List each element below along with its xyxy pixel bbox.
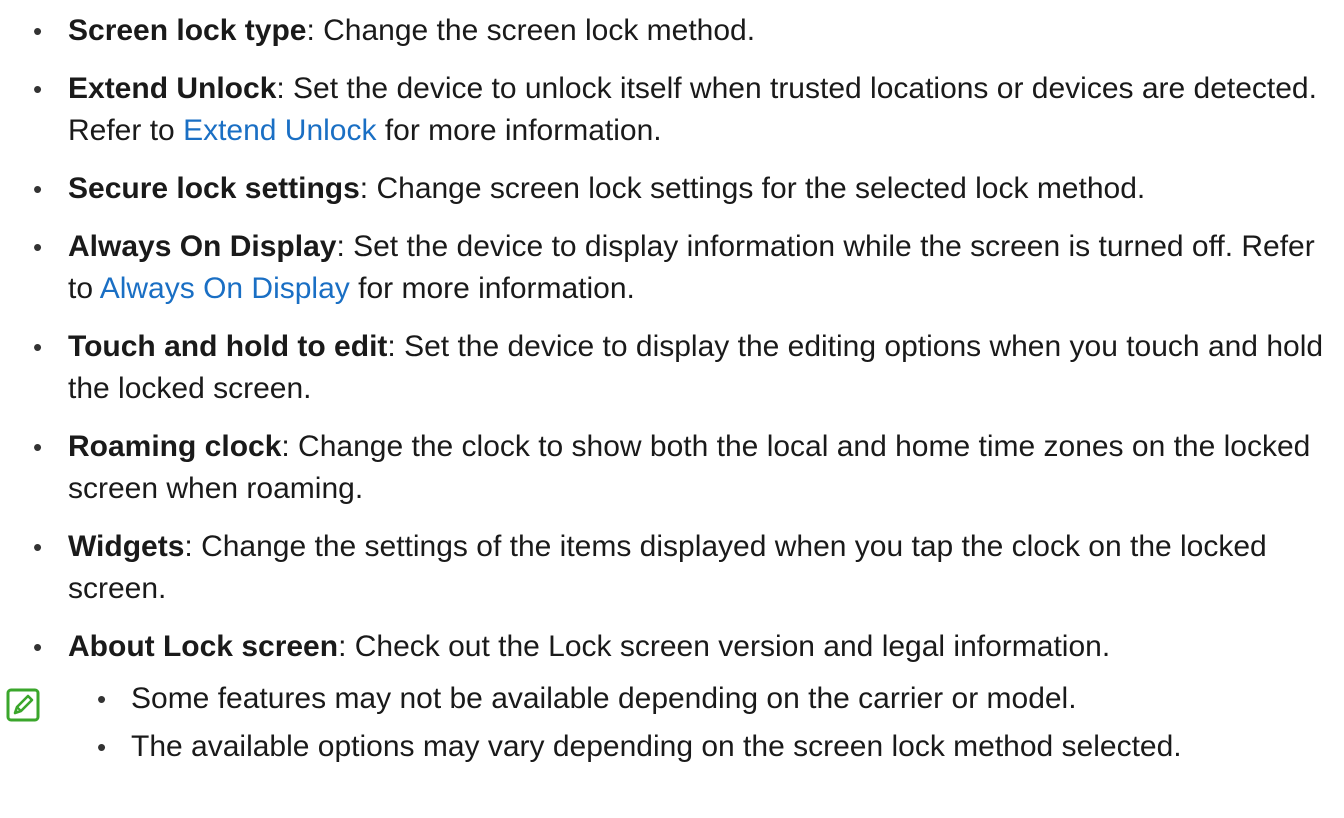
desc-widgets: : Change the settings of the items displ… <box>68 530 1267 605</box>
term-always-on-display: Always On Display <box>68 230 337 263</box>
bullet-about-lock-screen: About Lock screen: Check out the Lock sc… <box>0 626 1344 668</box>
desc-about-lock-screen: : Check out the Lock screen version and … <box>338 630 1111 663</box>
term-about-lock-screen: About Lock screen <box>68 630 339 663</box>
bullet-secure-lock-settings: Secure lock settings: Change screen lock… <box>0 168 1344 210</box>
note-list: Some features may not be available depen… <box>0 678 1344 768</box>
note-item: The available options may vary depending… <box>0 726 1344 768</box>
bullet-touch-and-hold: Touch and hold to edit: Set the device t… <box>0 326 1344 410</box>
term-screen-lock-type: Screen lock type <box>68 14 307 47</box>
desc-always-on-display-post: for more information. <box>349 272 635 305</box>
bullet-extend-unlock: Extend Unlock: Set the device to unlock … <box>0 68 1344 152</box>
term-extend-unlock: Extend Unlock <box>68 72 277 105</box>
term-secure-lock-settings: Secure lock settings <box>68 172 360 205</box>
bullet-screen-lock-type: Screen lock type: Change the screen lock… <box>0 10 1344 52</box>
term-widgets: Widgets <box>68 530 185 563</box>
bullet-widgets: Widgets: Change the settings of the item… <box>0 526 1344 610</box>
term-roaming-clock: Roaming clock <box>68 430 282 463</box>
desc-extend-unlock-post: for more information. <box>376 114 662 147</box>
link-extend-unlock[interactable]: Extend Unlock <box>183 114 376 147</box>
bullet-roaming-clock: Roaming clock: Change the clock to show … <box>0 426 1344 510</box>
bullet-always-on-display: Always On Display: Set the device to dis… <box>0 226 1344 310</box>
note-block: Some features may not be available depen… <box>0 678 1344 768</box>
document-page: Screen lock type: Change the screen lock… <box>0 0 1344 768</box>
term-touch-and-hold: Touch and hold to edit <box>68 330 388 363</box>
settings-bullet-list: Screen lock type: Change the screen lock… <box>0 10 1344 668</box>
link-always-on-display[interactable]: Always On Display <box>100 272 350 305</box>
desc-screen-lock-type: : Change the screen lock method. <box>306 14 756 47</box>
note-item: Some features may not be available depen… <box>0 678 1344 720</box>
desc-secure-lock-settings: : Change screen lock settings for the se… <box>359 172 1146 205</box>
